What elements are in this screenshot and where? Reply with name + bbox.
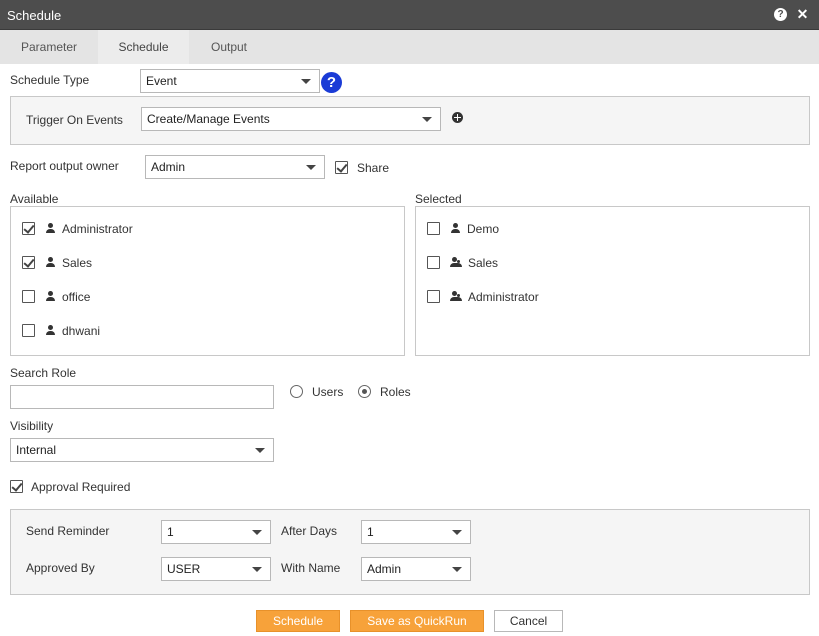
user-icon	[45, 257, 56, 268]
chevron-down-icon	[452, 530, 462, 535]
selected-list: Demo Sales Administrator	[415, 206, 810, 356]
schedule-type-label: Schedule Type	[10, 73, 90, 87]
roles-radio[interactable]	[358, 385, 371, 398]
tab-parameter[interactable]: Parameter	[0, 30, 98, 64]
search-role-label: Search Role	[10, 366, 77, 380]
add-circle-icon[interactable]	[452, 112, 463, 123]
selected-label: Selected	[415, 192, 462, 206]
item-checkbox[interactable]	[427, 222, 440, 235]
trigger-select[interactable]: Create/Manage Events	[141, 107, 441, 131]
trigger-value: Create/Manage Events	[147, 112, 270, 126]
chevron-down-icon	[306, 165, 316, 170]
item-checkbox[interactable]	[22, 256, 35, 269]
chevron-down-icon	[252, 530, 262, 535]
group-icon	[450, 291, 463, 302]
window-titlebar: Schedule ? ✕	[0, 0, 819, 30]
after-days-value: 1	[367, 525, 374, 539]
tab-bar: Parameter Schedule Output	[0, 30, 819, 64]
with-name-label: With Name	[281, 561, 341, 575]
approved-by-label: Approved By	[26, 561, 95, 575]
tab-output[interactable]: Output	[189, 30, 269, 64]
item-checkbox[interactable]	[22, 222, 35, 235]
roles-radio-label: Roles	[380, 385, 411, 399]
owner-label: Report output owner	[10, 159, 119, 173]
users-radio[interactable]	[290, 385, 303, 398]
item-label: Administrator	[62, 222, 133, 236]
help-circle-icon[interactable]: ?	[321, 72, 342, 93]
save-quickrun-button[interactable]: Save as QuickRun	[350, 610, 484, 632]
item-label: Sales	[468, 256, 499, 270]
item-checkbox[interactable]	[427, 290, 440, 303]
item-checkbox[interactable]	[22, 324, 35, 337]
share-checkbox[interactable]	[335, 161, 348, 174]
visibility-select[interactable]: Internal	[10, 438, 274, 462]
item-label: dhwani	[62, 324, 101, 338]
trigger-label: Trigger On Events	[26, 113, 123, 127]
approval-label: Approval Required	[31, 480, 131, 494]
available-list: Administrator Sales office dhwani	[10, 206, 405, 356]
owner-select[interactable]: Admin	[145, 155, 325, 179]
close-icon[interactable]: ✕	[796, 7, 809, 21]
approved-by-value: USER	[167, 562, 201, 576]
item-label: Demo	[467, 222, 500, 236]
chevron-down-icon	[301, 79, 311, 84]
approval-checkbox[interactable]	[10, 480, 23, 493]
send-reminder-value: 1	[167, 525, 174, 539]
user-icon	[45, 325, 56, 336]
schedule-type-select[interactable]: Event	[140, 69, 320, 93]
approved-by-select[interactable]: USER	[161, 557, 271, 581]
tab-schedule[interactable]: Schedule	[98, 30, 189, 64]
item-checkbox[interactable]	[427, 256, 440, 269]
reminder-panel: Send Reminder 1 After Days 1 Approved By…	[10, 509, 810, 595]
item-checkbox[interactable]	[22, 290, 35, 303]
user-icon	[450, 223, 461, 234]
owner-value: Admin	[151, 160, 186, 174]
chevron-down-icon	[255, 448, 265, 453]
chevron-down-icon	[422, 117, 432, 122]
schedule-type-value: Event	[146, 74, 177, 88]
users-radio-label: Users	[312, 385, 344, 399]
search-role-input[interactable]	[10, 385, 274, 409]
available-label: Available	[10, 192, 59, 206]
user-icon	[45, 223, 56, 234]
chevron-down-icon	[252, 567, 262, 572]
chevron-down-icon	[452, 567, 462, 572]
user-icon	[45, 291, 56, 302]
help-icon[interactable]: ?	[774, 8, 787, 21]
item-label: Sales	[62, 256, 93, 270]
trigger-panel: Trigger On Events Create/Manage Events	[10, 96, 810, 145]
share-label: Share	[357, 161, 390, 175]
with-name-value: Admin	[367, 562, 402, 576]
with-name-select[interactable]: Admin	[361, 557, 471, 581]
item-label: Administrator	[468, 290, 539, 304]
visibility-value: Internal	[16, 443, 57, 457]
send-reminder-select[interactable]: 1	[161, 520, 271, 544]
window-title: Schedule	[7, 8, 62, 23]
after-days-select[interactable]: 1	[361, 520, 471, 544]
group-icon	[450, 257, 463, 268]
after-days-label: After Days	[281, 524, 338, 538]
visibility-label: Visibility	[10, 419, 54, 433]
schedule-button[interactable]: Schedule	[256, 610, 340, 632]
item-label: office	[62, 290, 91, 304]
cancel-button[interactable]: Cancel	[494, 610, 563, 632]
send-reminder-label: Send Reminder	[26, 524, 110, 538]
